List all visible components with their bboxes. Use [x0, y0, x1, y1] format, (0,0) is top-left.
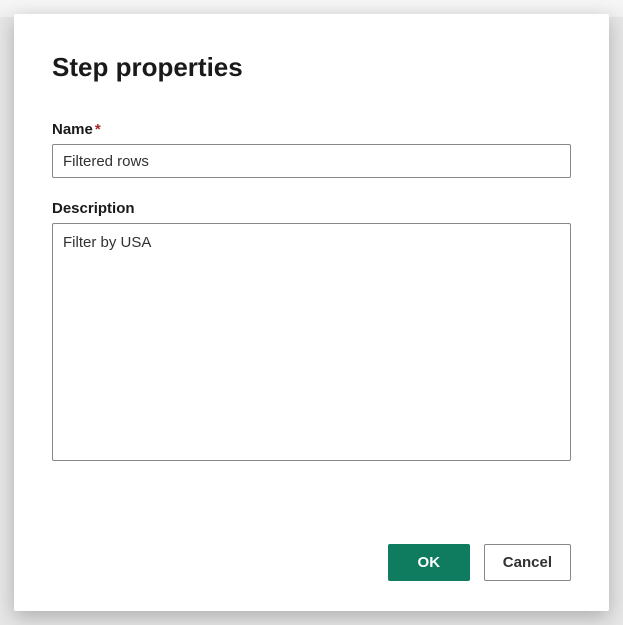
cancel-button[interactable]: Cancel [484, 544, 571, 581]
description-textarea[interactable] [52, 223, 571, 461]
description-label: Description [52, 200, 571, 217]
dialog-title: Step properties [52, 52, 571, 83]
dialog-button-row: OK Cancel [52, 514, 571, 581]
ok-button[interactable]: OK [388, 544, 470, 581]
name-input[interactable] [52, 144, 571, 178]
name-label-text: Name [52, 121, 93, 138]
name-label: Name* [52, 121, 571, 138]
required-asterisk: * [95, 121, 101, 138]
step-properties-dialog: Step properties Name* Description OK Can… [14, 14, 609, 611]
